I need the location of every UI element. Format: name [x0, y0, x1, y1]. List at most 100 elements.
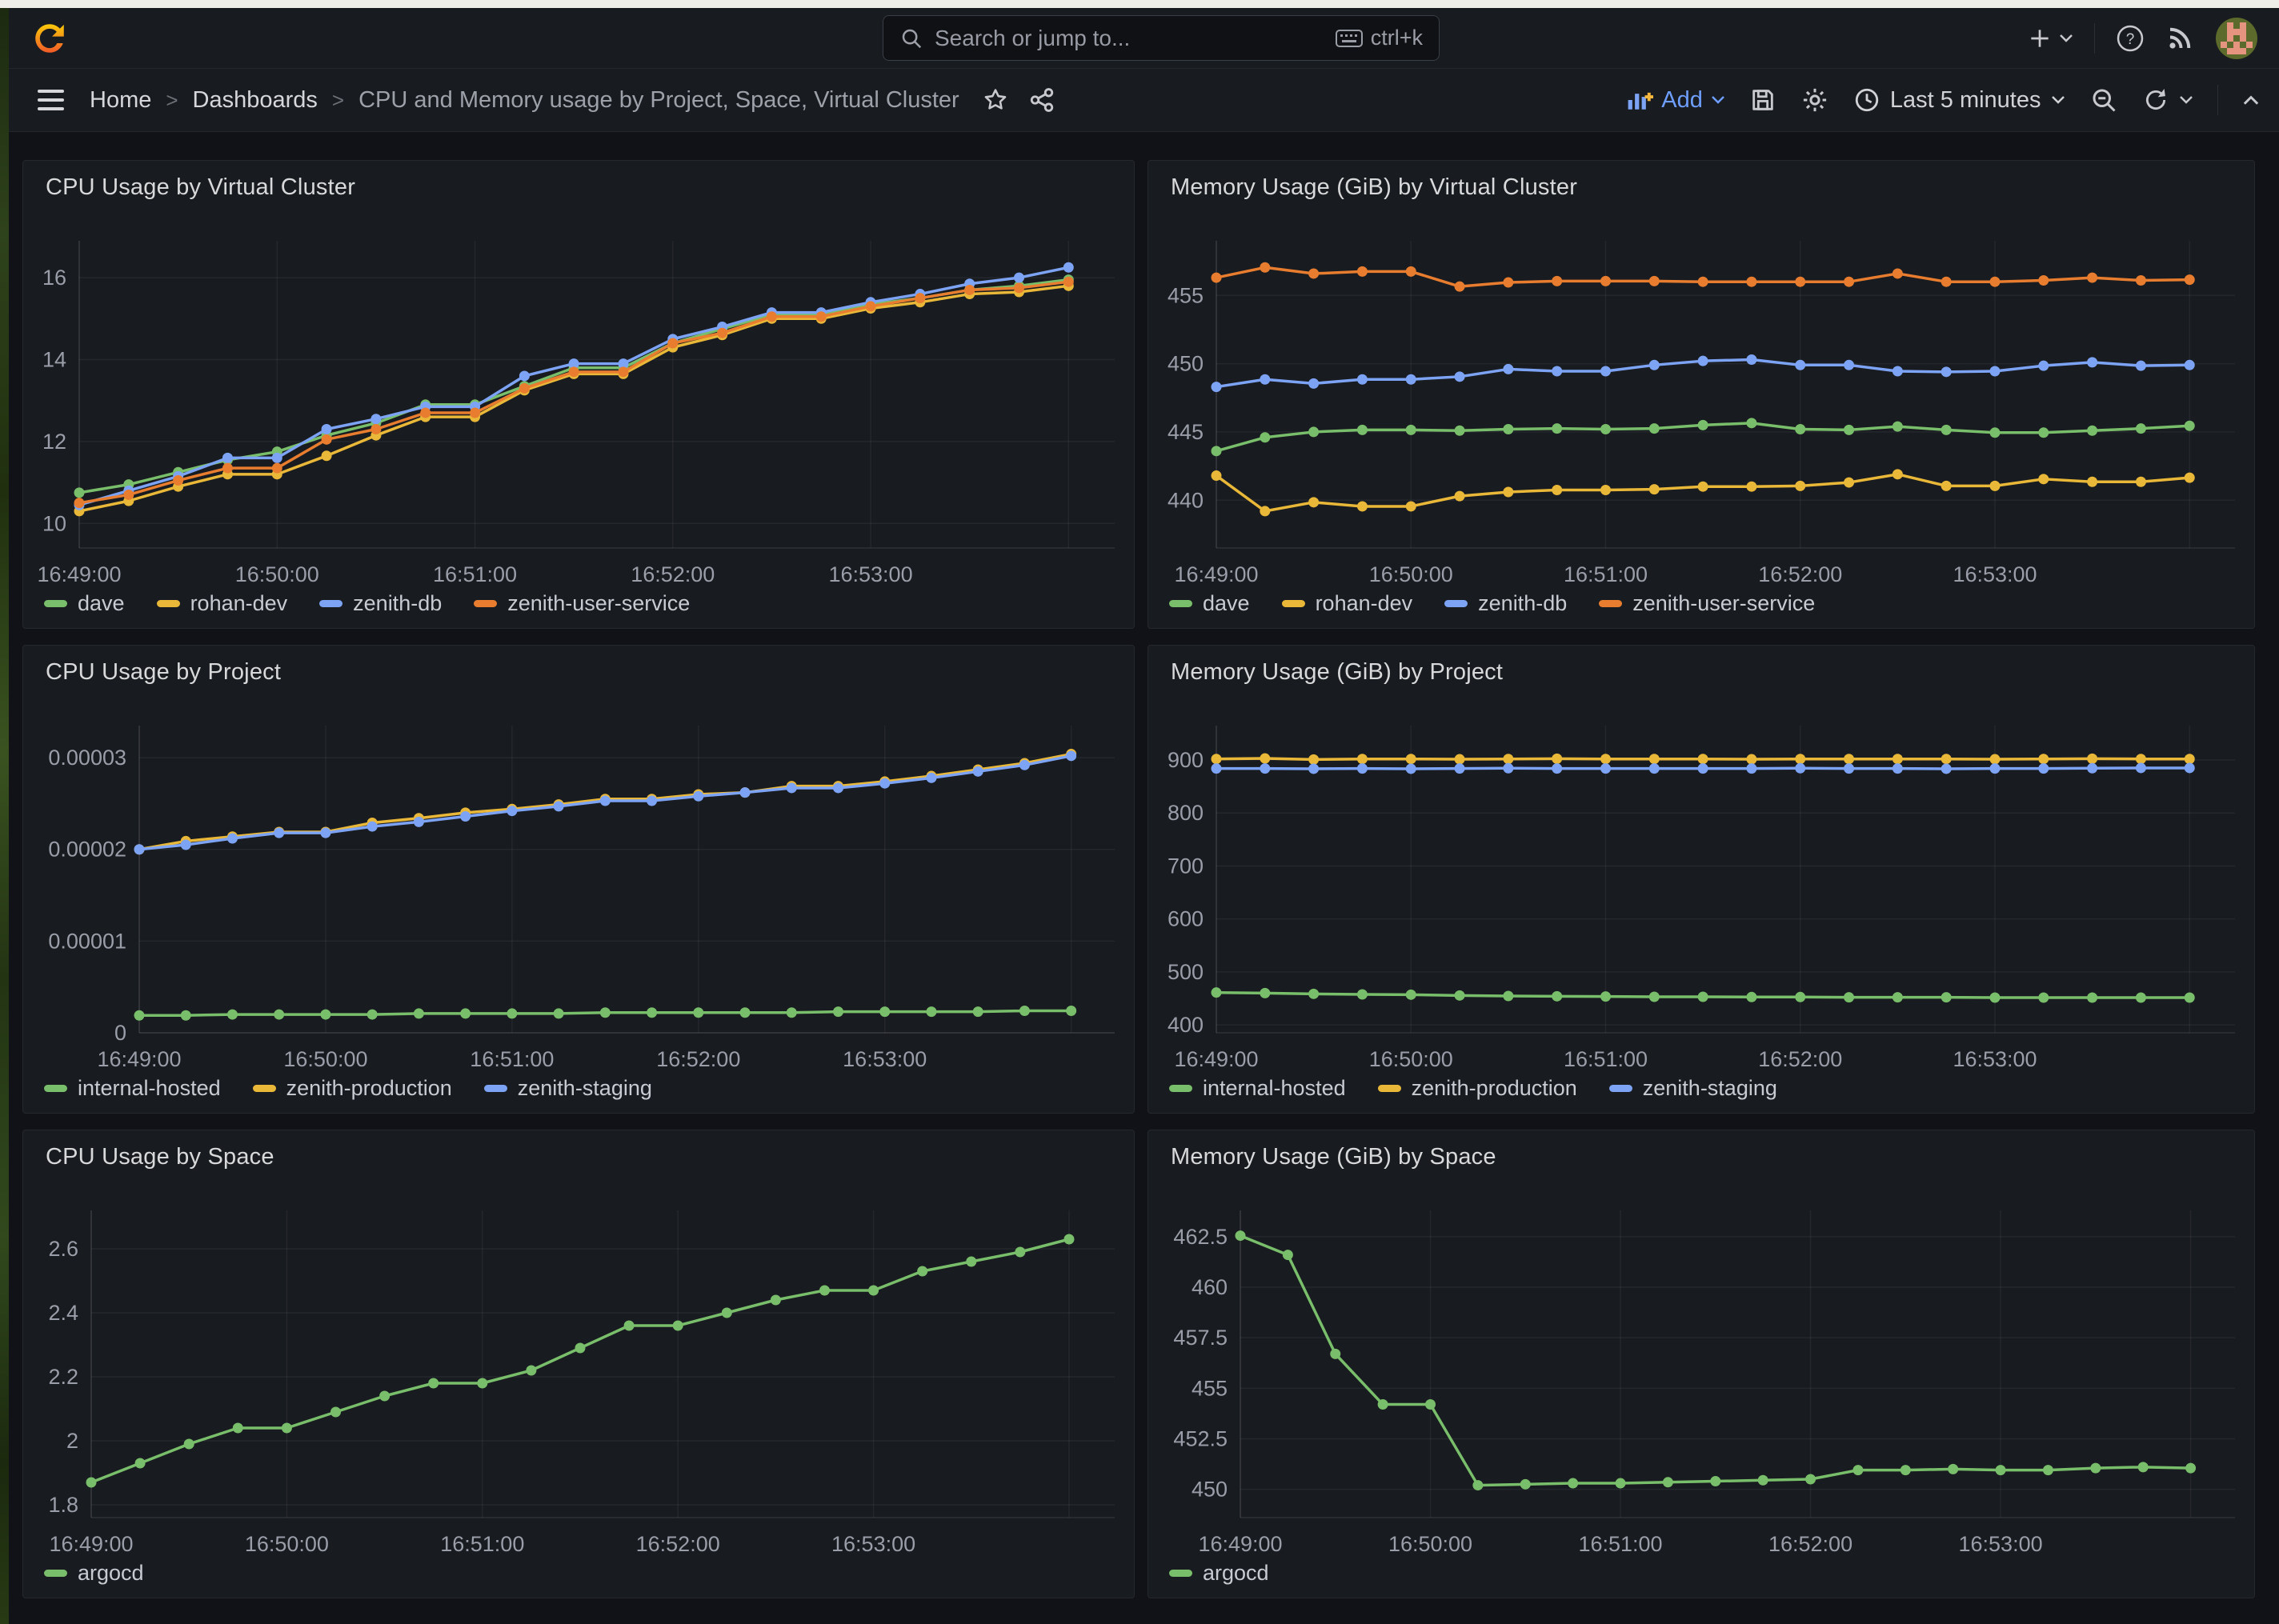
svg-text:16:52:00: 16:52:00 [1758, 1047, 1842, 1071]
svg-text:460: 460 [1192, 1275, 1228, 1299]
legend-swatch [157, 600, 180, 607]
legend: dave rohan-dev zenith-db zenith-user-servic… [44, 591, 690, 616]
save-button[interactable] [1749, 86, 1776, 114]
legend-item-dave[interactable]: dave [1169, 591, 1250, 616]
legend-item-zenith-db[interactable]: zenith-db [1444, 591, 1567, 616]
add-label: Add [1661, 87, 1703, 114]
svg-text:2.6: 2.6 [48, 1237, 78, 1261]
refresh-button[interactable] [2142, 86, 2193, 114]
legend-swatch [484, 1085, 507, 1092]
svg-text:10: 10 [42, 511, 66, 535]
search-input[interactable]: Search or jump to... ctrl+k [883, 15, 1440, 61]
gear-icon [1800, 86, 1829, 114]
legend: argocd [1169, 1561, 1269, 1586]
svg-text:16:53:00: 16:53:00 [1953, 562, 2037, 586]
star-icon [982, 86, 1009, 114]
news-button[interactable] [2165, 24, 2194, 53]
svg-text:16:50:00: 16:50:00 [1369, 1047, 1453, 1071]
time-series-chart[interactable]: 1012141616:49:0016:50:0016:51:0016:52:00… [23, 161, 1134, 628]
legend: internal-hosted zenith-production zenith-s… [1169, 1076, 1777, 1101]
panel-cpu-by-virtual-cluster: CPU Usage by Virtual Cluster 1012141616:… [22, 160, 1135, 629]
legend-label: zenith-production [286, 1076, 452, 1101]
legend-label: zenith-db [353, 591, 442, 616]
screen: Search or jump to... ctrl+k [0, 0, 2279, 1624]
legend-label: dave [78, 591, 125, 616]
breadcrumb: Home > Dashboards > CPU and Memory usage… [90, 87, 959, 114]
svg-text:440: 440 [1168, 488, 1204, 512]
zoom-out-button[interactable] [2089, 86, 2118, 114]
legend-item-argocd[interactable]: argocd [1169, 1561, 1269, 1586]
svg-text:16:51:00: 16:51:00 [433, 562, 517, 586]
legend-item-internal-hosted[interactable]: internal-hosted [44, 1076, 221, 1101]
legend-item-zenith-production[interactable]: zenith-production [253, 1076, 452, 1101]
dashboard-settings-button[interactable] [1800, 86, 1829, 114]
share-button[interactable] [1028, 86, 1055, 114]
help-icon: ? [2116, 24, 2145, 53]
svg-text:16: 16 [42, 266, 66, 290]
save-icon [1749, 86, 1776, 114]
legend-item-zenith-db[interactable]: zenith-db [319, 591, 442, 616]
breadcrumb-current: CPU and Memory usage by Project, Space, … [358, 87, 959, 114]
svg-text:600: 600 [1168, 907, 1204, 931]
legend-item-dave[interactable]: dave [44, 591, 125, 616]
legend-swatch [253, 1085, 276, 1092]
legend-label: argocd [78, 1561, 144, 1586]
avatar[interactable] [2215, 17, 2258, 60]
legend-swatch [1169, 600, 1192, 607]
collapse-toolbar-button[interactable] [2242, 94, 2260, 106]
legend-item-zenith-production[interactable]: zenith-production [1378, 1076, 1577, 1101]
grafana-logo-icon[interactable] [31, 20, 68, 57]
time-series-chart[interactable]: 1.822.22.42.616:49:0016:50:0016:51:0016:… [23, 1130, 1134, 1598]
divider [2217, 85, 2219, 115]
svg-text:16:52:00: 16:52:00 [636, 1532, 720, 1556]
legend-swatch [1599, 600, 1622, 607]
legend-item-zenith-staging[interactable]: zenith-staging [484, 1076, 652, 1101]
rss-icon [2165, 24, 2194, 53]
chevron-up-icon [2242, 94, 2260, 106]
time-series-chart[interactable]: 44044545045516:49:0016:50:0016:51:0016:5… [1148, 161, 2254, 628]
svg-text:16:52:00: 16:52:00 [1758, 562, 1842, 586]
legend-item-zenith-staging[interactable]: zenith-staging [1609, 1076, 1777, 1101]
new-menu-button[interactable] [2027, 26, 2073, 51]
svg-text:452.5: 452.5 [1173, 1426, 1228, 1450]
svg-text:12: 12 [42, 430, 66, 454]
panel-cpu-by-space: CPU Usage by Space 1.822.22.42.616:49:00… [22, 1130, 1135, 1598]
dashboard-toolbar: Home > Dashboards > CPU and Memory usage… [9, 69, 2279, 132]
time-series-chart[interactable]: 450452.5455457.5460462.516:49:0016:50:00… [1148, 1130, 2254, 1598]
svg-text:16:51:00: 16:51:00 [440, 1532, 524, 1556]
legend-swatch [1609, 1085, 1632, 1092]
svg-text:0.00003: 0.00003 [48, 746, 126, 770]
refresh-icon [2142, 86, 2169, 114]
svg-text:462.5: 462.5 [1173, 1225, 1228, 1249]
legend-swatch [319, 600, 342, 607]
time-series-chart[interactable]: 40050060070080090016:49:0016:50:0016:51:… [1148, 646, 2254, 1113]
svg-text:500: 500 [1168, 960, 1204, 984]
search-placeholder: Search or jump to... [935, 26, 1130, 51]
desktop-left-strip [0, 8, 9, 1624]
help-button[interactable]: ? [2116, 24, 2145, 53]
legend-item-zenith-user-service[interactable]: zenith-user-service [1599, 591, 1815, 616]
legend-item-rohan-dev[interactable]: rohan-dev [1282, 591, 1413, 616]
add-panel-icon [1626, 87, 1653, 113]
legend-item-zenith-user-service[interactable]: zenith-user-service [474, 591, 690, 616]
svg-text:16:49:00: 16:49:00 [1174, 1047, 1258, 1071]
legend-swatch [44, 1085, 67, 1092]
svg-text:16:51:00: 16:51:00 [1564, 562, 1648, 586]
legend-swatch [474, 600, 497, 607]
svg-text:700: 700 [1168, 854, 1204, 878]
svg-text:450: 450 [1192, 1478, 1228, 1502]
svg-text:16:51:00: 16:51:00 [1564, 1047, 1648, 1071]
legend-item-internal-hosted[interactable]: internal-hosted [1169, 1076, 1346, 1101]
legend-label: zenith-user-service [507, 591, 690, 616]
add-panel-button[interactable]: Add [1626, 87, 1725, 114]
breadcrumb-home[interactable]: Home [90, 87, 151, 114]
legend-swatch [1282, 600, 1305, 607]
favorite-button[interactable] [982, 86, 1009, 114]
time-series-chart[interactable]: 00.000010.000020.0000316:49:0016:50:0016… [23, 646, 1134, 1113]
breadcrumb-dashboards[interactable]: Dashboards [193, 87, 318, 114]
menu-button[interactable] [38, 90, 64, 110]
legend-item-argocd[interactable]: argocd [44, 1561, 144, 1586]
legend-item-rohan-dev[interactable]: rohan-dev [157, 591, 288, 616]
time-range-picker[interactable]: Last 5 minutes [1853, 86, 2065, 114]
svg-text:16:52:00: 16:52:00 [631, 562, 715, 586]
